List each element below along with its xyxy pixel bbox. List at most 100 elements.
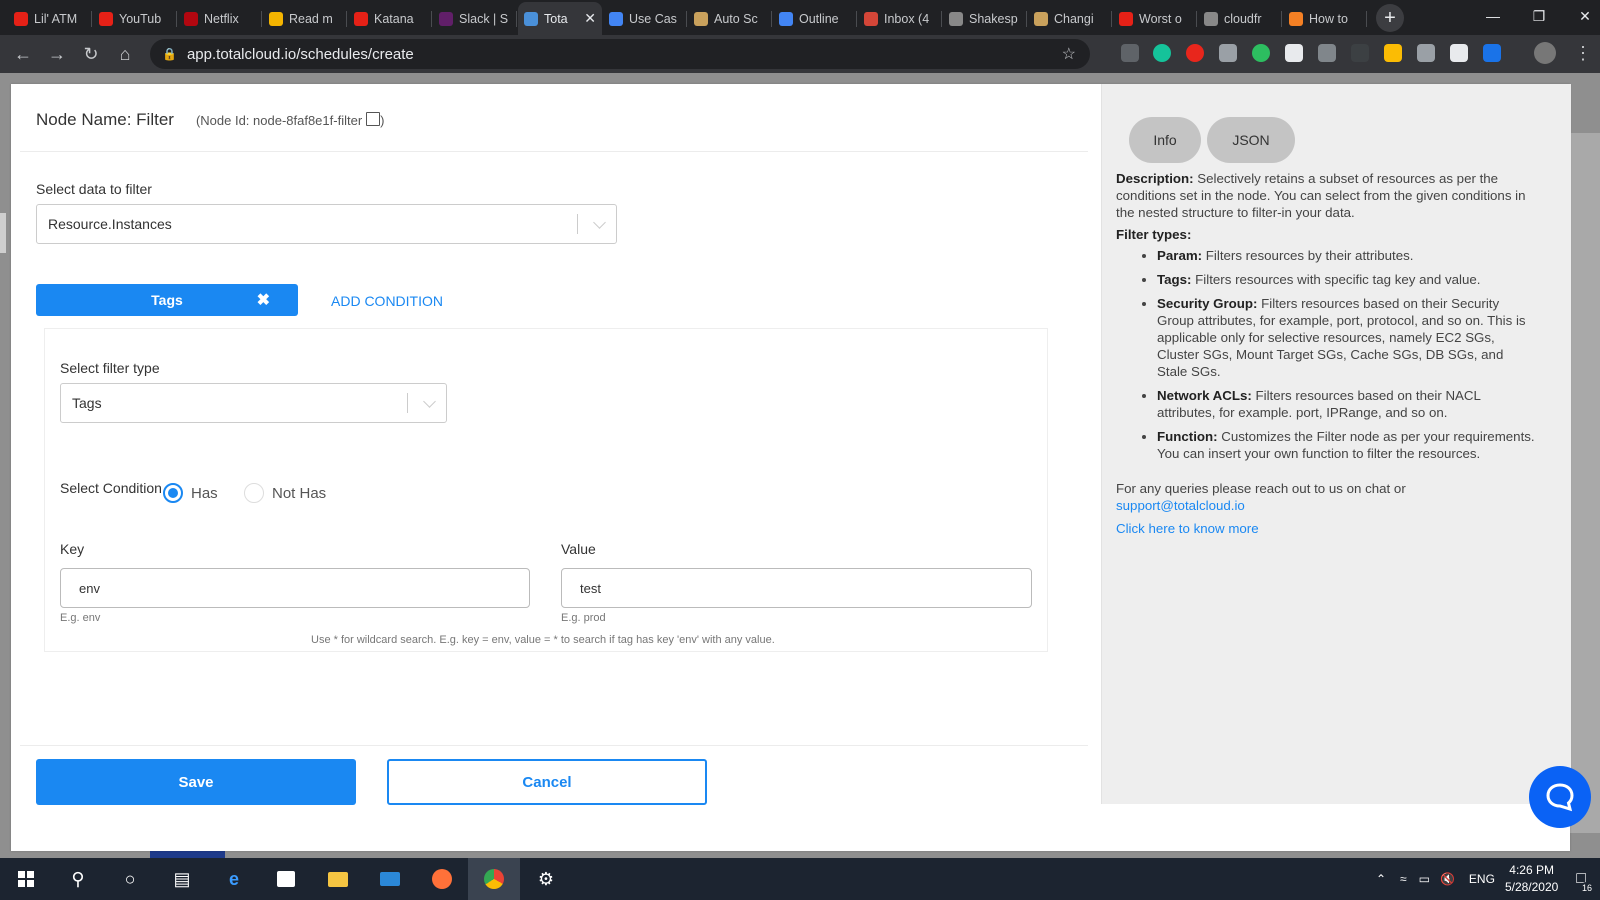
extension-icon[interactable] xyxy=(1121,44,1139,62)
grammarly-icon[interactable] xyxy=(1153,44,1171,62)
browser-tab[interactable]: Lil' ATM xyxy=(8,2,92,35)
key-input[interactable]: env xyxy=(60,568,530,608)
browser-tab[interactable]: How to xyxy=(1283,2,1367,35)
extension-icon[interactable] xyxy=(1450,44,1468,62)
value-input[interactable]: test xyxy=(561,568,1032,608)
tab-title: Auto Sc xyxy=(714,11,758,26)
queries-text: For any queries please reach out to us o… xyxy=(1116,481,1406,496)
search-icon[interactable]: ⚲ xyxy=(52,858,104,900)
forward-icon[interactable]: → xyxy=(40,37,74,71)
browser-tab[interactable]: Inbox (4 xyxy=(858,2,942,35)
extension-icon[interactable] xyxy=(1417,44,1435,62)
filter-type-name: Network ACLs: xyxy=(1157,388,1252,403)
list-item: Function: Customizes the Filter node as … xyxy=(1157,428,1536,462)
condition-chip-tags[interactable]: Tags ✖ xyxy=(36,284,298,316)
know-more-link[interactable]: Click here to know more xyxy=(1116,520,1536,537)
save-button[interactable]: Save xyxy=(36,759,356,805)
tab-close-icon[interactable]: ✕ xyxy=(584,10,596,27)
tab-title: Use Cas xyxy=(629,11,677,26)
minimize-icon[interactable]: — xyxy=(1470,0,1516,32)
browser-tab[interactable]: Netflix xyxy=(178,2,262,35)
extension-icon[interactable] xyxy=(1219,44,1237,62)
battery-icon[interactable]: ▭ xyxy=(1419,872,1430,886)
volume-icon[interactable]: 🔇 xyxy=(1440,872,1455,886)
tab-favicon-icon xyxy=(99,11,113,26)
browser-tab[interactable]: Read m xyxy=(263,2,347,35)
filter-type-dropdown[interactable]: Tags xyxy=(60,383,447,423)
browser-tab[interactable]: YouTub xyxy=(93,2,177,35)
select-separator xyxy=(577,214,578,234)
store-icon[interactable] xyxy=(260,858,312,900)
clock[interactable]: 4:26 PM 5/28/2020 xyxy=(1505,862,1558,896)
firefox-icon[interactable] xyxy=(416,858,468,900)
filter-type-text: Filters resources by their attributes. xyxy=(1202,248,1414,263)
tab-title: Lil' ATM xyxy=(34,11,78,26)
copy-icon[interactable] xyxy=(366,112,381,126)
browser-tab[interactable]: Auto Sc xyxy=(688,2,772,35)
info-panel: Info JSON Description: Selectively retai… xyxy=(1101,84,1571,804)
add-condition-link[interactable]: ADD CONDITION xyxy=(331,293,443,309)
close-window-icon[interactable]: ✕ xyxy=(1562,0,1600,32)
back-icon[interactable]: ← xyxy=(6,37,40,71)
browser-tab[interactable]: Use Cas xyxy=(603,2,687,35)
extension-icon[interactable] xyxy=(1351,44,1369,62)
browser-tab[interactable]: Slack | S xyxy=(433,2,517,35)
extension-icon[interactable] xyxy=(1384,44,1402,62)
browser-tab[interactable]: Katana xyxy=(348,2,432,35)
file-explorer-icon[interactable] xyxy=(312,858,364,900)
shield-icon[interactable] xyxy=(1483,44,1501,62)
radio-not-has-button[interactable] xyxy=(244,483,264,503)
chat-launcher-button[interactable] xyxy=(1529,766,1591,828)
reload-icon[interactable]: ↻ xyxy=(74,37,108,71)
adblock-icon[interactable] xyxy=(1186,44,1204,62)
select-separator xyxy=(407,393,408,413)
browser-tab[interactable]: Shakesp xyxy=(943,2,1027,35)
bookmark-star-icon[interactable]: ☆ xyxy=(1062,44,1076,64)
system-tray: ⌃ ≈ ▭ 🔇 ENG 4:26 PM 5/28/2020 □ 16 xyxy=(1376,858,1600,900)
info-content: Description: Selectively retains a subse… xyxy=(1116,170,1536,537)
close-icon[interactable]: ✖ xyxy=(257,290,270,310)
mail-icon[interactable] xyxy=(364,858,416,900)
restore-icon[interactable]: ❐ xyxy=(1516,0,1562,32)
evernote-icon[interactable] xyxy=(1252,44,1270,62)
cancel-button[interactable]: Cancel xyxy=(387,759,707,805)
radio-has-button[interactable] xyxy=(163,483,183,503)
browser-tab[interactable]: Outline xyxy=(773,2,857,35)
tab-info[interactable]: Info xyxy=(1129,117,1201,163)
tab-title: How to xyxy=(1309,11,1348,26)
wifi-icon[interactable]: ≈ xyxy=(1400,872,1407,886)
windows-start-icon[interactable] xyxy=(0,858,52,900)
edge-icon[interactable]: e xyxy=(208,858,260,900)
settings-gear-icon[interactable]: ⚙ xyxy=(520,858,572,900)
address-bar[interactable]: 🔒 app.totalcloud.io/schedules/create ☆ xyxy=(150,39,1090,69)
extension-icon[interactable] xyxy=(1285,44,1303,62)
tab-title: Netflix xyxy=(204,11,239,26)
browser-tab[interactable]: Changi xyxy=(1028,2,1112,35)
home-icon[interactable]: ⌂ xyxy=(108,37,142,71)
language-indicator[interactable]: ENG xyxy=(1469,872,1495,886)
tab-json[interactable]: JSON xyxy=(1207,117,1295,163)
new-tab-button[interactable]: + xyxy=(1376,4,1404,32)
chrome-icon[interactable] xyxy=(468,858,520,900)
chevron-up-icon[interactable]: ⌃ xyxy=(1376,872,1386,886)
browser-tab[interactable]: Worst o xyxy=(1113,2,1197,35)
notification-count: 16 xyxy=(1579,882,1594,894)
radio-not-has[interactable]: Not Has xyxy=(244,483,326,503)
tab-favicon-icon xyxy=(694,11,708,26)
profile-avatar[interactable] xyxy=(1534,42,1556,64)
url-text: app.totalcloud.io/schedules/create xyxy=(186,45,414,63)
radio-has[interactable]: Has xyxy=(163,483,218,503)
extension-icon[interactable] xyxy=(1318,44,1336,62)
notification-icon[interactable]: □ 16 xyxy=(1576,870,1594,894)
support-email-link[interactable]: support@totalcloud.io xyxy=(1116,497,1536,514)
menu-kebab-icon[interactable]: ⋮ xyxy=(1574,43,1592,64)
tab-title: YouTub xyxy=(119,11,162,26)
task-view-icon[interactable]: ▤ xyxy=(156,858,208,900)
browser-tab[interactable]: cloudfr xyxy=(1198,2,1282,35)
tab-title: Shakesp xyxy=(969,11,1018,26)
browser-tab[interactable]: Tota ✕ xyxy=(518,2,602,35)
key-input-value: env xyxy=(79,580,100,596)
tab-favicon-icon xyxy=(14,11,28,26)
select-data-dropdown[interactable]: Resource.Instances xyxy=(36,204,617,244)
cortana-icon[interactable]: ○ xyxy=(104,858,156,900)
